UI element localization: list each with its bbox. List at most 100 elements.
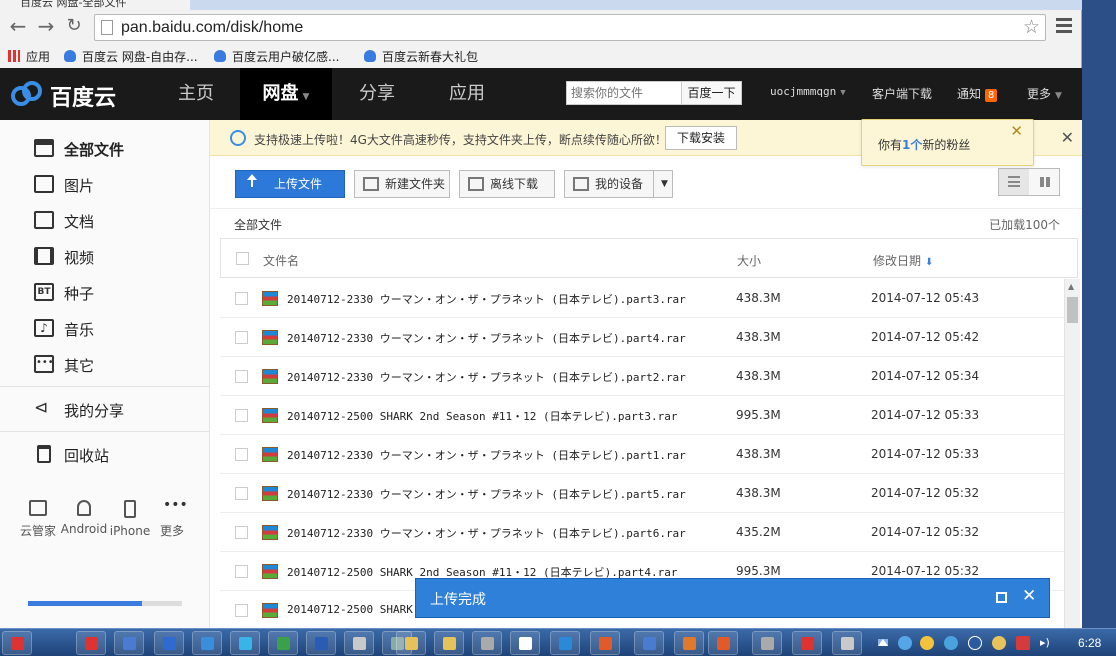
close-icon[interactable]: ✕ [1022, 586, 1036, 606]
row-checkbox[interactable] [235, 409, 248, 422]
bookmark-item[interactable]: 百度云用户破亿感... [214, 48, 339, 65]
tray-app-icon[interactable] [944, 636, 958, 650]
download-install-button[interactable]: 下载安装 [665, 126, 737, 150]
taskbar-app-button[interactable] [396, 631, 426, 655]
taskbar-app-button[interactable] [434, 631, 464, 655]
bookmark-item[interactable]: 百度云新春大礼包 [364, 48, 478, 65]
file-name[interactable]: 20140712-2330 ウーマン・オン・ザ・プラネット (日本テレビ).pa… [287, 486, 686, 502]
notifications-link[interactable]: 通知 8 [957, 85, 998, 102]
file-name[interactable]: 20140712-2330 ウーマン・オン・ザ・プラネット (日本テレビ).pa… [287, 525, 686, 541]
taskbar-app-button[interactable] [230, 631, 260, 655]
bookmark-star-icon[interactable]: ☆ [1023, 16, 1040, 38]
device-more[interactable]: ••• 更多 [148, 498, 196, 539]
select-all-checkbox[interactable] [236, 252, 249, 265]
row-checkbox[interactable] [235, 370, 248, 383]
volume-icon[interactable]: ▸) [1040, 636, 1054, 650]
sidebar-item-images[interactable]: 图片 [0, 166, 209, 202]
taskbar-app-button[interactable] [76, 631, 106, 655]
file-name[interactable]: 20140712-2500 SHARK [287, 603, 413, 616]
back-arrow-icon[interactable]: ← [6, 15, 30, 39]
address-bar[interactable]: pan.baidu.com/disk/home ☆ [94, 14, 1046, 41]
row-checkbox[interactable] [235, 331, 248, 344]
taskbar-app-button[interactable] [2, 631, 32, 655]
table-row[interactable]: 20140712-2500 SHARK 2nd Season #11・12 (日… [220, 396, 1064, 435]
tray-app-icon[interactable] [968, 636, 982, 650]
sidebar-item-music[interactable]: ♪ 音乐 [0, 310, 209, 346]
taskbar-app-button[interactable] [344, 631, 374, 655]
sidebar-item-other[interactable]: ••• 其它 [0, 346, 209, 382]
taskbar-app-button[interactable] [634, 631, 664, 655]
taskbar-app-button[interactable] [268, 631, 298, 655]
nav-netdisk[interactable]: 网盘 ▼ [240, 68, 332, 120]
table-row[interactable]: 20140712-2330 ウーマン・オン・ザ・プラネット (日本テレビ).pa… [220, 474, 1064, 513]
row-checkbox[interactable] [235, 448, 248, 461]
close-icon[interactable]: ✕ [1061, 128, 1074, 147]
list-view-icon[interactable] [999, 169, 1029, 195]
url-text[interactable]: pan.baidu.com/disk/home [121, 19, 303, 37]
table-row[interactable]: 20140712-2330 ウーマン・オン・ザ・プラネット (日本テレビ).pa… [220, 513, 1064, 552]
tray-app-icon[interactable] [1016, 636, 1030, 650]
taskbar-app-button[interactable] [114, 631, 144, 655]
more-menu[interactable]: 更多 ▼ [1027, 85, 1062, 102]
taskbar-app-button[interactable] [306, 631, 336, 655]
grid-view-icon[interactable] [1030, 169, 1060, 195]
new-fans-popup[interactable]: 你有1个新的粉丝 ✕ [861, 119, 1034, 166]
taskbar-app-button[interactable] [550, 631, 580, 655]
browser-menu-icon[interactable] [1056, 18, 1072, 36]
scroll-up-icon[interactable]: ▲ [1068, 282, 1074, 291]
scrollbar[interactable]: ▲ [1064, 279, 1080, 628]
row-checkbox[interactable] [235, 526, 248, 539]
column-size[interactable]: 大小 [737, 252, 761, 269]
tray-app-icon[interactable] [898, 636, 912, 650]
tray-expand-icon[interactable] [878, 639, 888, 646]
chevron-down-icon[interactable]: ▼ [661, 171, 668, 197]
device-cloud-manager[interactable]: 云管家 [14, 500, 62, 539]
upload-button[interactable]: 上传文件 [235, 170, 345, 198]
file-name[interactable]: 20140712-2500 SHARK 2nd Season #11・12 (日… [287, 408, 678, 424]
forward-arrow-icon[interactable]: → [34, 15, 58, 39]
taskbar-app-button[interactable] [752, 631, 782, 655]
search-input[interactable] [567, 82, 679, 104]
nav-apps[interactable]: 应用 [424, 68, 510, 120]
column-date[interactable]: 修改日期 ⬇ [873, 252, 933, 269]
file-name[interactable]: 20140712-2330 ウーマン・オン・ザ・プラネット (日本テレビ).pa… [287, 369, 686, 385]
nav-home[interactable]: 主页 [152, 68, 240, 120]
table-row[interactable]: 20140712-2330 ウーマン・オン・ザ・プラネット (日本テレビ).pa… [220, 357, 1064, 396]
row-checkbox[interactable] [235, 292, 248, 305]
new-folder-button[interactable]: 新建文件夹 [354, 170, 450, 198]
sidebar-item-recycle-bin[interactable]: 回收站 [0, 436, 209, 472]
maximize-icon[interactable] [996, 592, 1007, 603]
taskbar-app-button[interactable] [472, 631, 502, 655]
sidebar-item-all-files[interactable]: 全部文件 [0, 130, 209, 166]
column-name[interactable]: 文件名 [263, 252, 299, 269]
sidebar-item-my-share[interactable]: ⊲ 我的分享 [0, 391, 209, 427]
breadcrumb[interactable]: 全部文件 [234, 216, 282, 233]
bookmark-apps[interactable]: 应用 [8, 48, 50, 65]
scroll-thumb[interactable] [1067, 297, 1078, 323]
upload-complete-panel[interactable]: 上传完成 ✕ [415, 578, 1050, 618]
browser-tab[interactable]: 百度云 网盘-全部文件 [0, 0, 190, 10]
taskbar-app-button[interactable] [192, 631, 222, 655]
row-checkbox[interactable] [235, 487, 248, 500]
taskbar-app-button[interactable] [674, 631, 704, 655]
reload-icon[interactable]: ↻ [62, 15, 86, 39]
taskbar-app-button[interactable] [832, 631, 862, 655]
tray-qq-icon[interactable] [920, 636, 934, 650]
search-button[interactable]: 百度一下 [681, 82, 741, 104]
bookmark-item[interactable]: 百度云 网盘-自由存... [64, 48, 198, 65]
device-android[interactable]: Android [60, 500, 108, 537]
file-name[interactable]: 20140712-2330 ウーマン・オン・ザ・プラネット (日本テレビ).pa… [287, 447, 686, 463]
file-name[interactable]: 20140712-2330 ウーマン・オン・ザ・プラネット (日本テレビ).pa… [287, 330, 686, 346]
table-row[interactable]: 20140712-2330 ウーマン・オン・ザ・プラネット (日本テレビ).pa… [220, 318, 1064, 357]
offline-download-button[interactable]: 离线下载 [459, 170, 555, 198]
tray-app-icon[interactable] [992, 636, 1006, 650]
row-checkbox[interactable] [235, 604, 248, 617]
username-menu[interactable]: uocjmmmqgn ▼ [770, 85, 846, 98]
taskbar-app-button[interactable] [154, 631, 184, 655]
client-download-link[interactable]: 客户端下载 [872, 85, 932, 102]
close-icon[interactable]: ✕ [1010, 122, 1023, 140]
taskbar-app-button[interactable] [510, 631, 540, 655]
taskbar-app-button[interactable] [708, 631, 738, 655]
taskbar-app-button[interactable] [792, 631, 822, 655]
taskbar-app-button[interactable] [590, 631, 620, 655]
